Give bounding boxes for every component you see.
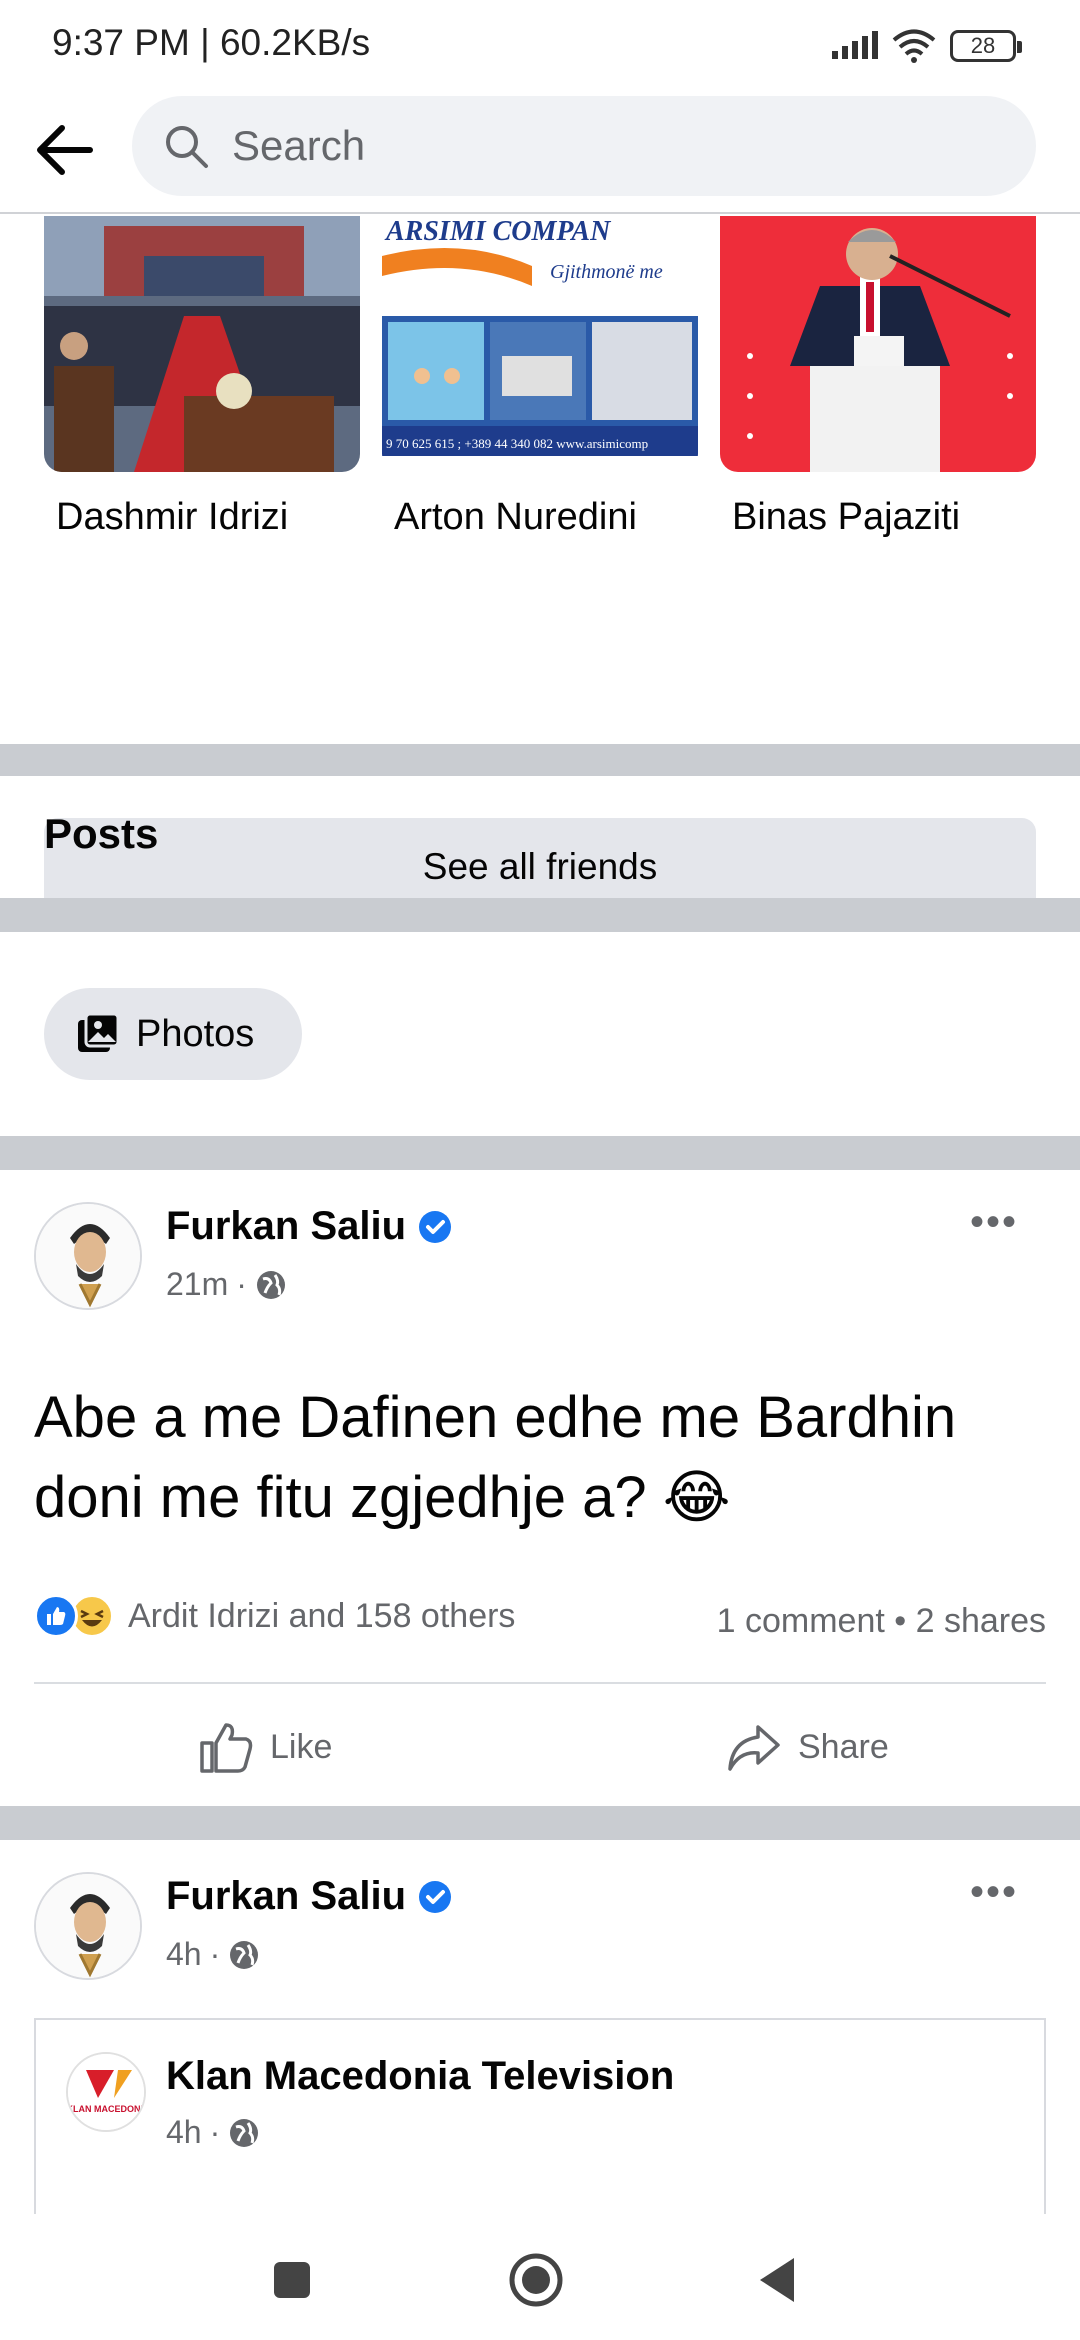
author-name[interactable]: Furkan Saliu	[166, 1204, 406, 1249]
more-options-icon[interactable]: •••	[970, 1202, 1030, 1242]
friend-card[interactable]: ARSIMI COMPAN Gjithmonë me 9 70 625 615 …	[382, 216, 698, 538]
shared-page-avatar[interactable]: KLAN MACEDONIA	[66, 2052, 146, 2132]
post-author[interactable]: Furkan Saliu	[166, 1874, 452, 1919]
section-divider	[0, 1806, 1080, 1840]
like-reaction-icon	[34, 1594, 78, 1638]
shared-post-meta: 4h ·	[166, 2114, 260, 2151]
author-avatar[interactable]	[34, 1872, 142, 1980]
friend-card[interactable]: Dashmir Idrizi	[44, 216, 360, 538]
post-meta: 21m ·	[166, 1266, 287, 1303]
status-icons: 28	[830, 26, 1022, 66]
back-arrow-icon[interactable]	[30, 114, 102, 186]
friends-grid: Dashmir Idrizi ARSIMI COMPAN Gjithmonë m…	[0, 216, 1080, 916]
post-time[interactable]: 21m	[166, 1266, 228, 1303]
photos-filter-button[interactable]: Photos	[44, 988, 302, 1080]
friend-photo[interactable]: ARSIMI COMPAN Gjithmonë me 9 70 625 615 …	[382, 216, 698, 472]
photos-label: Photos	[136, 1012, 255, 1055]
search-input[interactable]	[232, 96, 992, 196]
home-button[interactable]	[508, 2252, 564, 2308]
post-author[interactable]: Furkan Saliu	[166, 1204, 452, 1249]
triangle-back-icon	[760, 2258, 794, 2302]
share-label: Share	[798, 1727, 889, 1766]
post-action-divider	[34, 1682, 1046, 1684]
friend-card[interactable]: Binas Pajaziti	[720, 216, 1036, 538]
circle-icon	[509, 2253, 563, 2307]
search-bar[interactable]	[132, 96, 1036, 196]
wifi-icon	[892, 29, 936, 63]
shared-logo-text: KLAN MACEDONIA	[68, 2104, 146, 2114]
meta-separator: ·	[236, 1266, 247, 1302]
signal-icon	[832, 31, 878, 59]
author-name[interactable]: Furkan Saliu	[166, 1874, 406, 1919]
reactions-text[interactable]: Ardit Idrizi and 158 others	[128, 1597, 515, 1636]
globe-icon	[230, 1940, 259, 1969]
search-icon	[166, 126, 208, 168]
back-button[interactable]	[752, 2252, 808, 2308]
section-divider	[0, 1136, 1080, 1170]
like-label: Like	[270, 1727, 333, 1766]
section-divider	[0, 898, 1080, 932]
status-bar: 9:37 PM | 60.2KB/s 28	[0, 0, 1080, 88]
friend-name[interactable]: Binas Pajaziti	[732, 496, 960, 539]
search-header	[0, 88, 1080, 214]
friend-name[interactable]: Arton Nuredini	[394, 496, 637, 539]
system-navigation-bar	[0, 2214, 1080, 2340]
recents-button[interactable]	[264, 2252, 320, 2308]
verified-badge-icon	[419, 1880, 452, 1913]
reactions-summary[interactable]: Ardit Idrizi and 158 others	[34, 1594, 515, 1638]
thumbs-up-icon	[200, 1723, 253, 1773]
meta-separator: ·	[209, 2114, 221, 2150]
post-meta: 4h ·	[166, 1936, 260, 1973]
comments-shares-count[interactable]: 1 comment • 2 shares	[717, 1602, 1046, 1641]
meta-separator: ·	[209, 1936, 221, 1972]
ad-brand-text: ARSIMI COMPAN	[384, 216, 612, 247]
shared-page-name[interactable]: Klan Macedonia Television	[166, 2054, 674, 2099]
share-arrow-icon	[728, 1725, 780, 1771]
author-avatar[interactable]	[34, 1202, 142, 1310]
like-button[interactable]: Like	[198, 1712, 332, 1782]
section-divider	[0, 744, 1080, 776]
globe-icon	[230, 2118, 259, 2147]
post-text: Abe a me Dafinen edhe me Bardhin doni me…	[34, 1385, 957, 1530]
status-time: 9:37 PM | 60.2KB/s	[52, 22, 371, 63]
square-icon	[274, 2262, 310, 2298]
ad-contact-text: 9 70 625 615 ; +389 44 340 082 www.arsim…	[386, 436, 648, 451]
shared-post-time[interactable]: 4h	[166, 2114, 202, 2151]
posts-heading: Posts	[44, 810, 159, 857]
friend-name[interactable]: Dashmir Idrizi	[56, 496, 288, 539]
globe-icon	[256, 1270, 285, 1299]
battery-icon: 28	[950, 30, 1022, 62]
photos-icon	[78, 1012, 120, 1052]
share-button[interactable]: Share	[726, 1712, 889, 1782]
ad-slogan-text: Gjithmonë me	[550, 261, 663, 283]
more-options-icon[interactable]: •••	[970, 1872, 1030, 1912]
verified-badge-icon	[419, 1210, 452, 1243]
friend-photo[interactable]	[720, 216, 1036, 472]
friend-photo[interactable]	[44, 216, 360, 472]
shared-post-card[interactable]: KLAN MACEDONIA Klan Macedonia Television…	[34, 2018, 1046, 2218]
post-time[interactable]: 4h	[166, 1936, 202, 1973]
